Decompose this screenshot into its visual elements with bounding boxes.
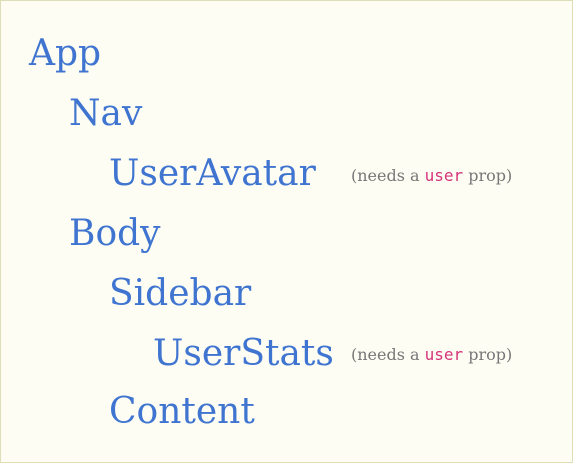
note-user-stats: (needs a user prop) bbox=[351, 345, 512, 365]
node-body: Body bbox=[69, 213, 161, 254]
node-nav: Nav bbox=[69, 93, 143, 134]
node-sidebar: Sidebar bbox=[109, 273, 252, 314]
node-user-stats: UserStats bbox=[153, 333, 334, 374]
code-user: user bbox=[424, 166, 464, 185]
node-content: Content bbox=[109, 391, 255, 432]
note-text-after: prop) bbox=[463, 345, 513, 364]
note-text-before: (needs a bbox=[351, 166, 425, 185]
note-text-before: (needs a bbox=[351, 345, 425, 364]
diagram-canvas: App Nav UserAvatar (needs a user prop) B… bbox=[0, 0, 573, 463]
code-user: user bbox=[424, 345, 464, 364]
note-text-after: prop) bbox=[463, 166, 513, 185]
node-app: App bbox=[29, 33, 102, 74]
node-user-avatar: UserAvatar bbox=[109, 153, 316, 194]
note-user-avatar: (needs a user prop) bbox=[351, 166, 512, 186]
